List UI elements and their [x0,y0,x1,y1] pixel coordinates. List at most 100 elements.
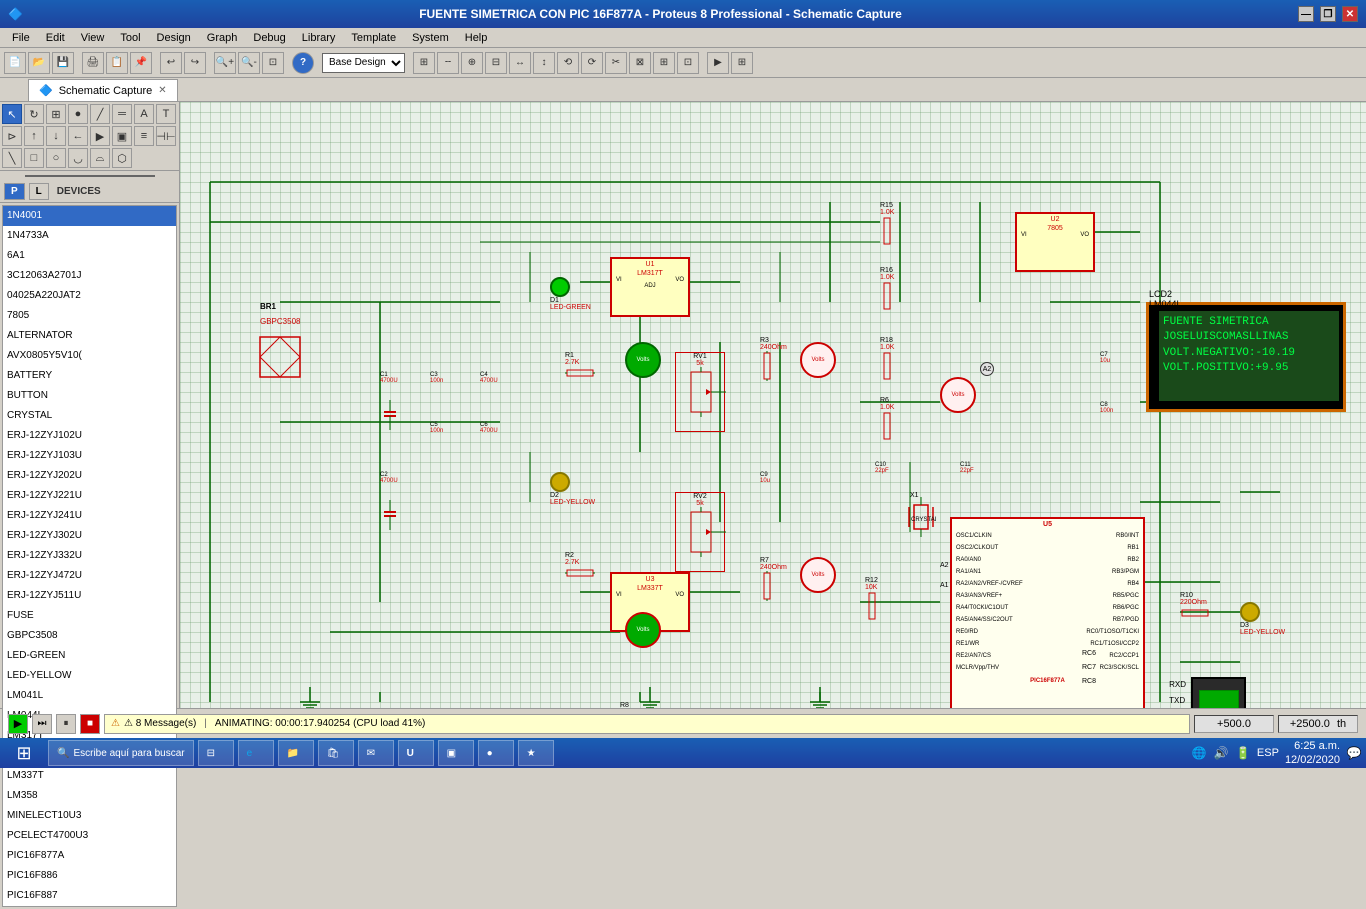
zoom-fit-button[interactable]: ⊡ [262,52,284,74]
redo-button[interactable]: ↪ [184,52,206,74]
devices-list[interactable]: 1N4001 1N4733A 6A1 3C12063A2701J 04025A2… [2,205,177,907]
menu-library[interactable]: Library [294,30,344,46]
language-indicator[interactable]: ESP [1257,747,1279,759]
tool6[interactable]: ✂ [605,52,627,74]
rotate-tool[interactable]: ↻ [24,104,44,124]
device-pcelect[interactable]: PCELECT4700U3 [3,826,176,846]
undo-button[interactable]: ↩ [160,52,182,74]
help-button[interactable]: ? [292,52,314,74]
open-button[interactable]: 📂 [28,52,50,74]
wire-button[interactable]: ╌ [437,52,459,74]
taskbar-app-chrome[interactable]: ● [478,740,514,766]
taskbar-app-files[interactable]: 📁 [278,740,314,766]
box-tool[interactable]: □ [24,148,44,168]
tool4[interactable]: ⟲ [557,52,579,74]
text-tool[interactable]: T [156,104,176,124]
menu-tool[interactable]: Tool [112,30,148,46]
tool11[interactable]: ⊞ [731,52,753,74]
minimize-button[interactable]: — [1298,6,1314,22]
taskbar-app-explorer[interactable]: ⊟ [198,740,234,766]
paste-button[interactable]: 📌 [130,52,152,74]
taskbar-app-mail[interactable]: ✉ [358,740,394,766]
taskbar-app-star[interactable]: ★ [518,740,554,766]
window-controls[interactable]: — ❐ ✕ [1298,6,1358,22]
device-lm337t[interactable]: LM337T [3,766,176,786]
tool5[interactable]: ⟳ [581,52,603,74]
device-minelect[interactable]: MINELECT10U3 [3,806,176,826]
bus-tool[interactable]: ═ [112,104,132,124]
tab-close-button[interactable]: ✕ [158,85,166,96]
device-pic16f886[interactable]: PIC16F886 [3,866,176,886]
device-04025[interactable]: 04025A220JAT2 [3,286,176,306]
menu-edit[interactable]: Edit [38,30,73,46]
taskbar-app-avr[interactable]: ▣ [438,740,474,766]
arc-tool[interactable]: ◡ [68,148,88,168]
play-button[interactable]: ▶ [8,714,28,734]
device-7805[interactable]: 7805 [3,306,176,326]
device-pic16f877a[interactable]: PIC16F877A [3,846,176,866]
l-tab[interactable]: L [29,183,49,200]
device-lm041l[interactable]: LM041L [3,686,176,706]
step-button[interactable]: ⏭ [32,714,52,734]
grid-button[interactable]: ⊞ [413,52,435,74]
device-led-green[interactable]: LED-GREEN [3,646,176,666]
device-battery[interactable]: BATTERY [3,366,176,386]
device-lm358[interactable]: LM358 [3,786,176,806]
save-button[interactable]: 💾 [52,52,74,74]
menu-view[interactable]: View [73,30,113,46]
device-crystal[interactable]: CRYSTAL [3,406,176,426]
device-6A1[interactable]: 6A1 [3,246,176,266]
device-button[interactable]: BUTTON [3,386,176,406]
tool8[interactable]: ⊞ [653,52,675,74]
device-1N4001[interactable]: 1N4001 [3,206,176,226]
junction-tool[interactable]: ● [68,104,88,124]
copy-button[interactable]: 📋 [106,52,128,74]
up-tool[interactable]: ↑ [24,126,44,146]
zoom-in-button[interactable]: 🔍+ [214,52,236,74]
schematic-tab[interactable]: 🔷 Schematic Capture ✕ [28,79,178,101]
schematic-canvas[interactable]: BR1 GBPC3508 D1 LED-GREEN D2 LED-YELLOW [180,102,1366,708]
device-erj241[interactable]: ERJ-12ZYJ241U [3,506,176,526]
zoom-out-button[interactable]: 🔍- [238,52,260,74]
menu-design[interactable]: Design [149,30,199,46]
menu-help[interactable]: Help [457,30,496,46]
device-erj202[interactable]: ERJ-12ZYJ202U [3,466,176,486]
new-button[interactable]: 📄 [4,52,26,74]
path-tool[interactable]: ⌓ [90,148,110,168]
print-button[interactable]: 🖨 [82,52,104,74]
tool1[interactable]: ⊟ [485,52,507,74]
device-avx[interactable]: AVX0805Y5V10( [3,346,176,366]
menu-graph[interactable]: Graph [199,30,246,46]
line-tool[interactable]: ╲ [2,148,22,168]
start-button[interactable]: ⊞ [4,740,44,766]
down-tool[interactable]: ↓ [46,126,66,146]
device-erj472[interactable]: ERJ-12ZYJ472U [3,566,176,586]
p-tab[interactable]: P [4,183,25,200]
probe-tool[interactable]: ⊳ [2,126,22,146]
design-selector[interactable]: Base Design [322,53,405,73]
device-erj332[interactable]: ERJ-12ZYJ332U [3,546,176,566]
notification-icon[interactable]: 💬 [1346,745,1362,761]
tool7[interactable]: ⊠ [629,52,651,74]
menu-file[interactable]: File [4,30,38,46]
component-tool[interactable]: ⊞ [46,104,66,124]
resistor-tool[interactable]: ≡ [134,126,154,146]
capacitor-tool[interactable]: ⊣⊢ [156,126,176,146]
device-3C12063[interactable]: 3C12063A2701J [3,266,176,286]
device-erj302[interactable]: ERJ-12ZYJ302U [3,526,176,546]
maximize-button[interactable]: ❐ [1320,6,1336,22]
route-button[interactable]: ⊕ [461,52,483,74]
device-led-yellow[interactable]: LED-YELLOW [3,666,176,686]
device-gbpc3508[interactable]: GBPC3508 [3,626,176,646]
close-button[interactable]: ✕ [1342,6,1358,22]
tool3[interactable]: ↕ [533,52,555,74]
taskbar-app-u[interactable]: U [398,740,434,766]
poly-tool[interactable]: ⬡ [112,148,132,168]
circle-tool[interactable]: ○ [46,148,66,168]
pointer-tool[interactable]: ↖ [2,104,22,124]
taskbar-app-store[interactable]: 🛍 [318,740,354,766]
left-tool[interactable]: ← [68,126,88,146]
tool2[interactable]: ↔ [509,52,531,74]
device-alternator[interactable]: ALTERNATOR [3,326,176,346]
menu-template[interactable]: Template [343,30,404,46]
